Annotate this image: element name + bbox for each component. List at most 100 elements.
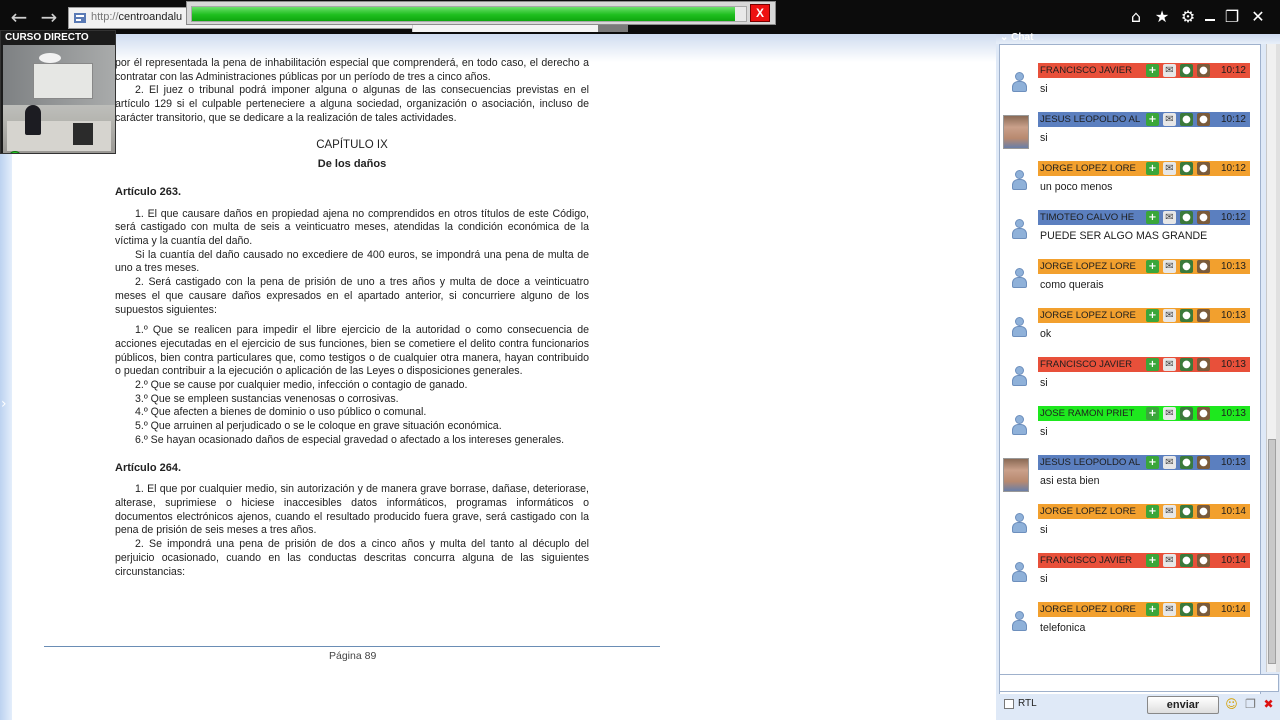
group-icon[interactable]: ● xyxy=(1197,456,1210,469)
add-contact-icon[interactable]: + xyxy=(1146,211,1159,224)
group-icon[interactable]: ● xyxy=(1197,162,1210,175)
user-profile-icon[interactable]: ● xyxy=(1180,407,1193,420)
private-message-icon[interactable]: ✉ xyxy=(1163,162,1176,175)
add-contact-icon[interactable]: + xyxy=(1146,456,1159,469)
rtl-checkbox[interactable] xyxy=(1004,699,1014,709)
group-icon[interactable]: ● xyxy=(1197,407,1210,420)
home-icon[interactable]: ⌂ xyxy=(1126,7,1146,27)
chat-header[interactable]: ⌄ Chat xyxy=(996,32,1280,44)
chat-message: JORGE LOPEZ LORE + ✉ ● ● 10:14 si xyxy=(1000,501,1260,550)
group-icon[interactable]: ● xyxy=(1197,211,1210,224)
private-message-icon[interactable]: ✉ xyxy=(1163,113,1176,126)
add-contact-icon[interactable]: + xyxy=(1146,358,1159,371)
chat-author-bar[interactable]: JORGE LOPEZ LORE + ✉ ● ● 10:12 xyxy=(1038,161,1250,176)
user-profile-icon[interactable]: ● xyxy=(1180,64,1193,77)
user-profile-icon[interactable]: ● xyxy=(1180,309,1193,322)
chat-author-bar[interactable]: JORGE LOPEZ LORE + ✉ ● ● 10:13 xyxy=(1038,259,1250,274)
chat-author-bar[interactable]: JORGE LOPEZ LORE + ✉ ● ● 10:14 xyxy=(1038,504,1250,519)
chat-message-list[interactable]: +✉●●SIFRANCISCO JAVIER+✉●●10:12siJESUS L… xyxy=(999,44,1261,706)
group-icon[interactable]: ● xyxy=(1197,260,1210,273)
send-button[interactable]: enviar xyxy=(1147,696,1219,714)
add-contact-icon[interactable]: + xyxy=(1146,162,1159,175)
chat-message: TIMOTEO CALVO HE + ✉ ● ● 10:12 PUEDE SER ALGO … xyxy=(1000,207,1260,256)
forward-arrow-icon[interactable]: → xyxy=(38,6,60,28)
add-contact-icon[interactable]: + xyxy=(1146,64,1159,77)
progress-close-button[interactable]: X xyxy=(750,4,770,22)
chat-author-bar[interactable]: JESUS LEOPOLDO AL + ✉ ● ● 10:13 xyxy=(1038,455,1250,470)
chat-message: FRANCISCO JAVIER + ✉ ● ● 10:13 si xyxy=(1000,354,1260,403)
user-avatar-icon xyxy=(1011,415,1027,437)
private-message-icon[interactable]: ✉ xyxy=(1163,211,1176,224)
close-window-icon[interactable]: ✕ xyxy=(1248,7,1268,27)
group-icon[interactable]: ● xyxy=(1197,358,1210,371)
chat-message-time: 10:13 xyxy=(1220,359,1246,370)
group-icon[interactable]: ● xyxy=(1197,505,1210,518)
private-message-icon[interactable]: ✉ xyxy=(1163,603,1176,616)
user-profile-icon[interactable]: ● xyxy=(1180,554,1193,567)
chat-author-name: JESUS LEOPOLDO AL xyxy=(1040,114,1141,125)
private-message-icon[interactable]: ✉ xyxy=(1163,64,1176,77)
user-action-icons: + ✉ ● ● xyxy=(1146,309,1210,322)
chat-author-bar[interactable]: FRANCISCO JAVIER + ✉ ● ● 10:12 xyxy=(1038,63,1250,78)
user-action-icons: + ✉ ● ● xyxy=(1146,456,1210,469)
favorites-star-icon[interactable]: ★ xyxy=(1152,7,1172,27)
chat-author-bar[interactable]: FRANCISCO JAVIER + ✉ ● ● 10:13 xyxy=(1038,357,1250,372)
minimize-icon[interactable] xyxy=(1204,7,1216,27)
user-profile-icon[interactable]: ● xyxy=(1180,211,1193,224)
user-profile-icon[interactable]: ● xyxy=(1180,603,1193,616)
chat-author-bar[interactable]: FRANCISCO JAVIER + ✉ ● ● 10:14 xyxy=(1038,553,1250,568)
chat-message: JESUS LEOPOLDO AL + ✉ ● ● 10:12 si xyxy=(1000,109,1260,158)
emoji-icon[interactable]: ☺ xyxy=(1224,697,1239,712)
back-arrow-icon[interactable]: ← xyxy=(8,6,30,28)
add-contact-icon[interactable]: + xyxy=(1146,309,1159,322)
private-message-icon[interactable]: ✉ xyxy=(1163,309,1176,322)
settings-gear-icon[interactable]: ⚙ xyxy=(1178,7,1198,27)
add-contact-icon[interactable]: + xyxy=(1146,554,1159,567)
user-profile-icon[interactable]: ● xyxy=(1180,113,1193,126)
private-message-icon[interactable]: ✉ xyxy=(1163,456,1176,469)
group-icon[interactable]: ● xyxy=(1197,113,1210,126)
user-avatar-icon xyxy=(1011,317,1027,339)
group-icon[interactable]: ● xyxy=(1197,603,1210,616)
chat-author-bar[interactable]: JORGE LOPEZ LORE + ✉ ● ● 10:13 xyxy=(1038,308,1250,323)
restore-window-icon[interactable]: ❐ xyxy=(1222,7,1242,27)
add-contact-icon[interactable]: + xyxy=(1146,260,1159,273)
private-message-icon[interactable]: ✉ xyxy=(1163,260,1176,273)
copy-icon[interactable]: ❐ xyxy=(1243,697,1258,712)
chat-message-text: si xyxy=(1040,524,1048,536)
clear-chat-icon[interactable]: ✖ xyxy=(1261,697,1276,712)
chat-author-bar[interactable]: JOSE RAMON PRIET + ✉ ● ● 10:13 xyxy=(1038,406,1250,421)
chat-message-time: 10:12 xyxy=(1220,65,1246,76)
webcam-window[interactable]: CURSO DIRECTO xyxy=(0,30,116,154)
chat-author-name: JORGE LOPEZ LORE xyxy=(1040,506,1136,517)
add-contact-icon[interactable]: + xyxy=(1146,407,1159,420)
user-avatar-icon xyxy=(1011,268,1027,290)
chat-scrollbar[interactable] xyxy=(1266,44,1276,672)
user-profile-icon[interactable]: ● xyxy=(1180,260,1193,273)
user-profile-icon[interactable]: ● xyxy=(1180,505,1193,518)
user-profile-icon[interactable]: ● xyxy=(1180,162,1193,175)
private-message-icon[interactable]: ✉ xyxy=(1163,407,1176,420)
chat-message-input[interactable] xyxy=(999,674,1279,692)
chat-message-time: 10:13 xyxy=(1220,310,1246,321)
chat-author-bar[interactable]: JESUS LEOPOLDO AL + ✉ ● ● 10:12 xyxy=(1038,112,1250,127)
chat-message-time: 10:12 xyxy=(1220,114,1246,125)
chat-message: FRANCISCO JAVIER + ✉ ● ● 10:14 si xyxy=(1000,550,1260,599)
add-contact-icon[interactable]: + xyxy=(1146,113,1159,126)
private-message-icon[interactable]: ✉ xyxy=(1163,554,1176,567)
progress-track xyxy=(191,6,747,22)
chat-author-bar[interactable]: TIMOTEO CALVO HE + ✉ ● ● 10:12 xyxy=(1038,210,1250,225)
chat-author-bar[interactable]: JORGE LOPEZ LORE + ✉ ● ● 10:14 xyxy=(1038,602,1250,617)
user-action-icons: + ✉ ● ● xyxy=(1146,407,1210,420)
group-icon[interactable]: ● xyxy=(1197,309,1210,322)
group-icon[interactable]: ● xyxy=(1197,554,1210,567)
add-contact-icon[interactable]: + xyxy=(1146,505,1159,518)
private-message-icon[interactable]: ✉ xyxy=(1163,505,1176,518)
user-profile-icon[interactable]: ● xyxy=(1180,358,1193,371)
chat-scrollbar-thumb[interactable] xyxy=(1268,439,1276,664)
add-contact-icon[interactable]: + xyxy=(1146,603,1159,616)
private-message-icon[interactable]: ✉ xyxy=(1163,358,1176,371)
group-icon[interactable]: ● xyxy=(1197,64,1210,77)
expand-chevron-icon[interactable]: › xyxy=(1,396,7,412)
user-profile-icon[interactable]: ● xyxy=(1180,456,1193,469)
